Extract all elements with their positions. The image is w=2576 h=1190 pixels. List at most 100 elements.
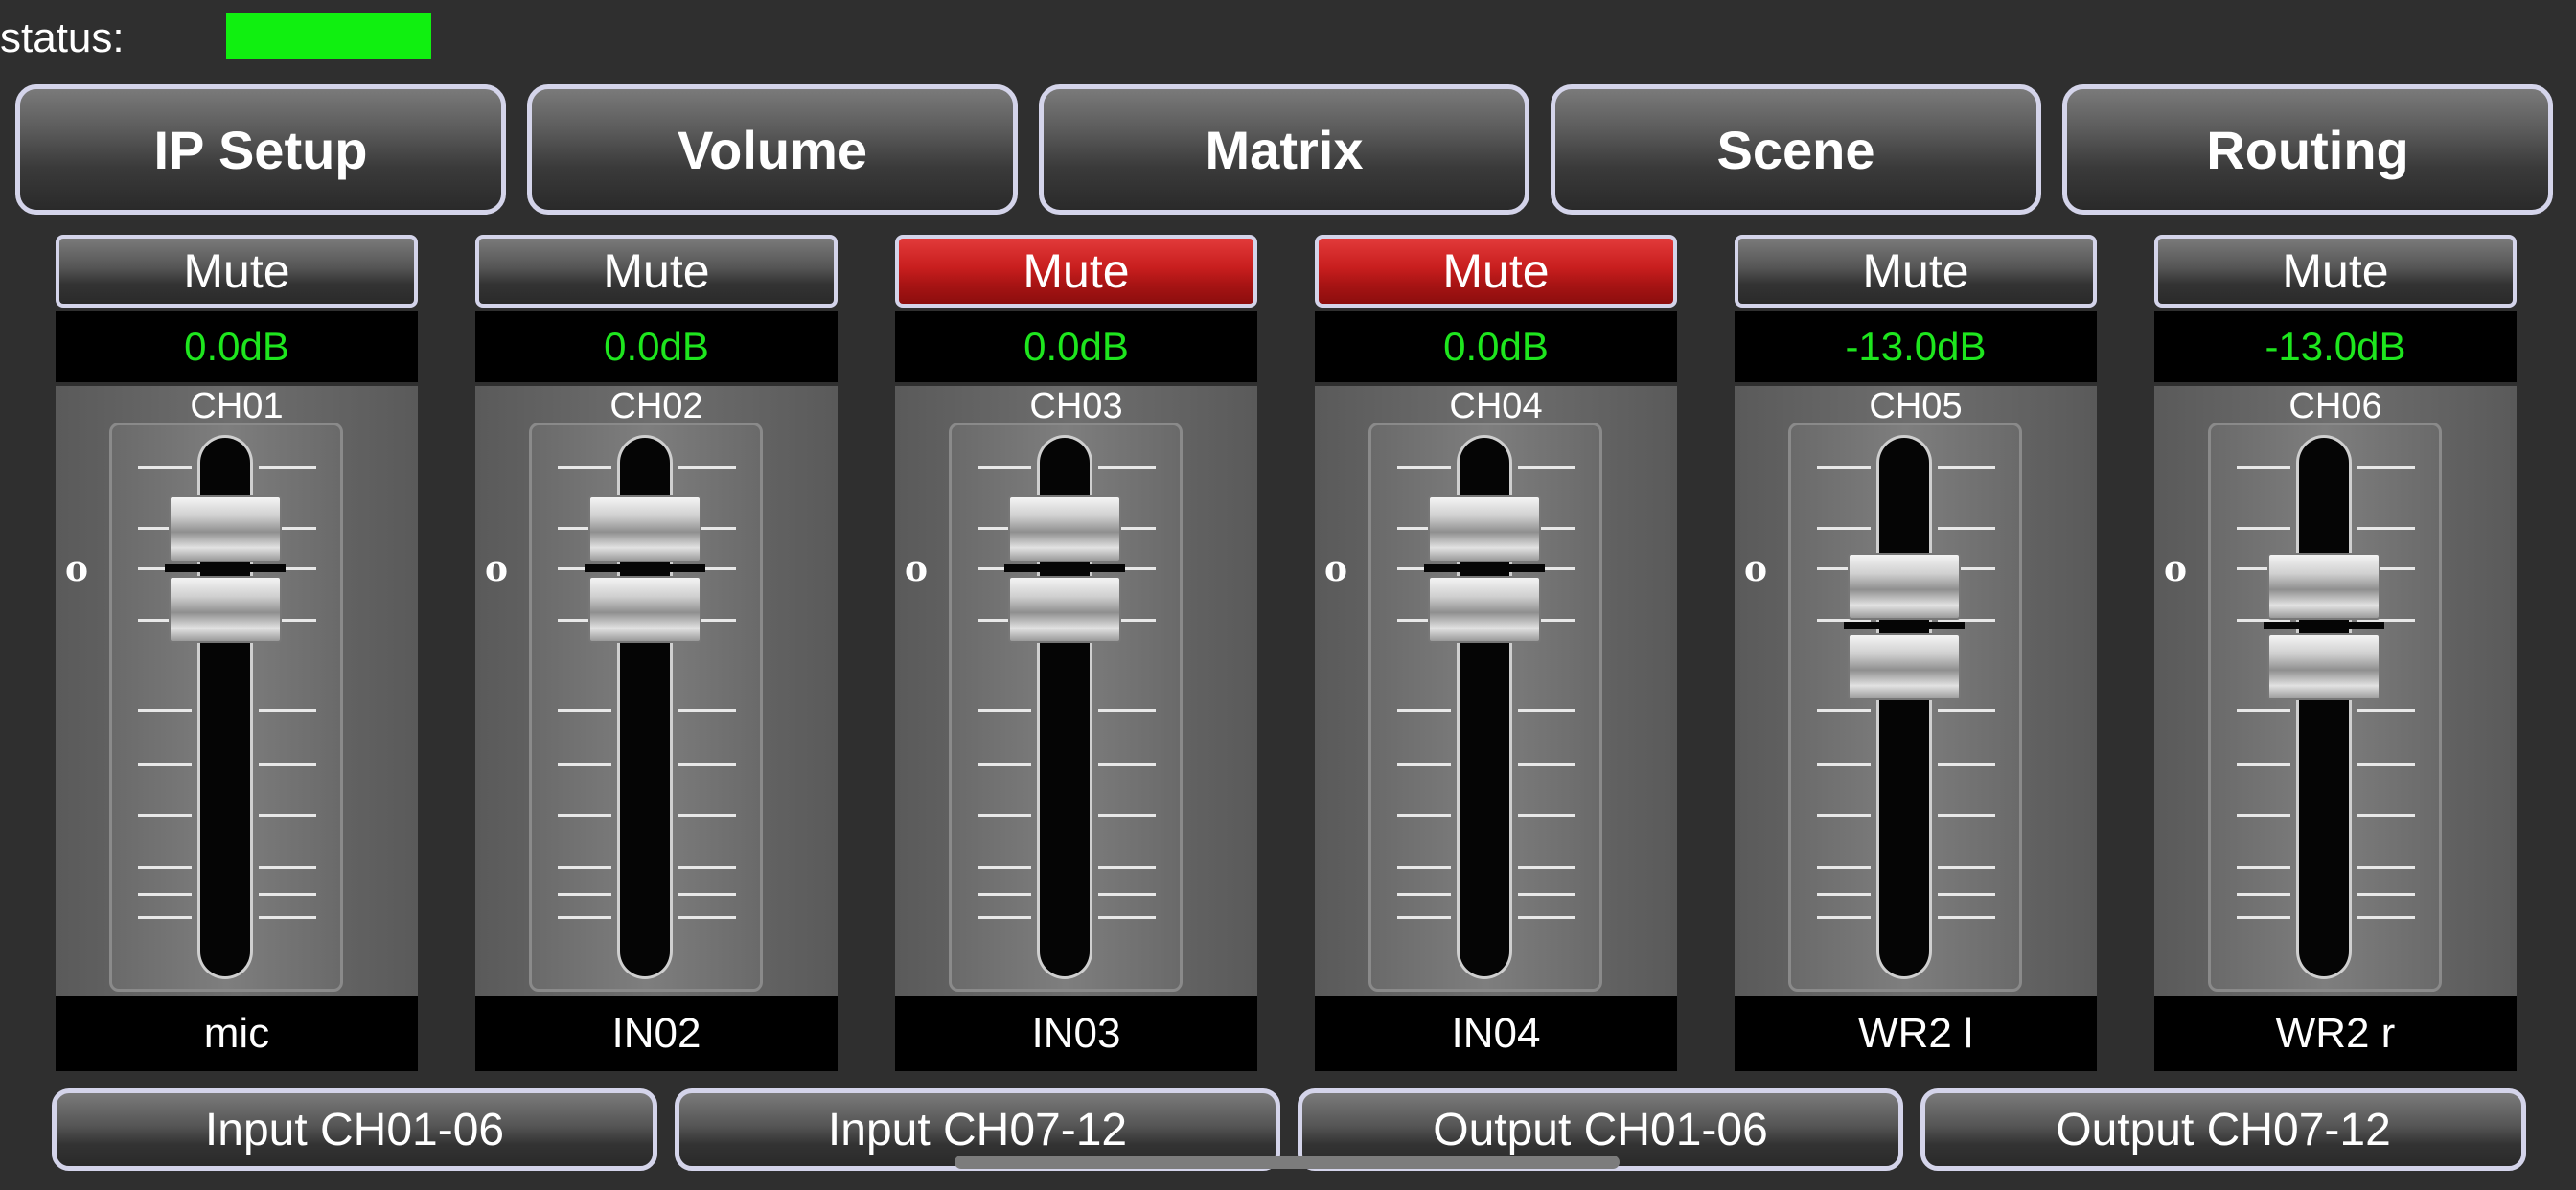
fader-tick bbox=[1938, 866, 1995, 869]
fader-tick bbox=[678, 893, 736, 896]
channel-name[interactable]: IN02 bbox=[475, 996, 838, 1071]
mute-button[interactable]: Mute bbox=[56, 235, 418, 308]
channel-strip: Mute 0.0dB CH04 o IN04 bbox=[1315, 235, 1677, 1071]
fader-tick bbox=[558, 866, 611, 869]
fader-tick bbox=[1397, 893, 1451, 896]
fader-tick bbox=[1397, 709, 1451, 712]
fader-tick bbox=[1518, 866, 1576, 869]
knob-center-line bbox=[585, 564, 705, 572]
knob-cap-top bbox=[169, 495, 282, 562]
fader-tick bbox=[2237, 527, 2290, 530]
page-tab-input-ch01-06[interactable]: Input CH01-06 bbox=[52, 1088, 657, 1171]
fader-knob[interactable] bbox=[2264, 553, 2384, 702]
fader-tick bbox=[978, 893, 1031, 896]
knob-center-line bbox=[1844, 622, 1965, 629]
fader-tick bbox=[259, 709, 316, 712]
fader-slot[interactable] bbox=[1879, 438, 1929, 976]
fader-tick bbox=[2358, 466, 2415, 469]
knob-cap-bottom bbox=[588, 576, 702, 643]
mute-label: Mute bbox=[1862, 244, 1969, 298]
fader-knob[interactable] bbox=[1424, 495, 1545, 645]
tab-label: Matrix bbox=[1205, 119, 1364, 180]
level-readout: 0.0dB bbox=[1315, 311, 1677, 382]
fader-tick bbox=[1817, 763, 1871, 766]
fader-tick bbox=[138, 763, 192, 766]
fader-tick bbox=[2237, 763, 2290, 766]
fader-tick bbox=[978, 866, 1031, 869]
mute-button[interactable]: Mute bbox=[475, 235, 838, 308]
zero-db-mark: o bbox=[65, 549, 89, 589]
tab-ip-setup[interactable]: IP Setup bbox=[15, 84, 506, 215]
mute-button[interactable]: Mute bbox=[895, 235, 1257, 308]
fader-tick bbox=[138, 466, 192, 469]
knob-cap-bottom bbox=[1428, 576, 1541, 643]
fader-tick bbox=[259, 814, 316, 817]
fader-slot[interactable] bbox=[2299, 438, 2349, 976]
fader-tick bbox=[2358, 527, 2415, 530]
channel-strip: Mute 0.0dB CH02 o IN02 bbox=[475, 235, 838, 1071]
fader-knob[interactable] bbox=[1004, 495, 1125, 645]
fader-tick bbox=[1938, 709, 1995, 712]
tab-volume[interactable]: Volume bbox=[527, 84, 1018, 215]
tab-matrix[interactable]: Matrix bbox=[1039, 84, 1530, 215]
level-readout: -13.0dB bbox=[2154, 311, 2517, 382]
knob-center-line bbox=[165, 564, 286, 572]
mute-button[interactable]: Mute bbox=[2154, 235, 2517, 308]
fader-tick bbox=[1518, 709, 1576, 712]
fader-tick bbox=[978, 709, 1031, 712]
zero-db-mark: o bbox=[2164, 549, 2188, 589]
fader-tick bbox=[1397, 466, 1451, 469]
status-indicator bbox=[226, 13, 431, 59]
fader-tick bbox=[1817, 866, 1871, 869]
channel-name[interactable]: WR2 l bbox=[1735, 996, 2097, 1071]
fader-tick bbox=[138, 709, 192, 712]
fader-tick bbox=[1518, 466, 1576, 469]
fader-tick bbox=[2237, 814, 2290, 817]
fader-tick bbox=[558, 893, 611, 896]
fader-tick bbox=[2358, 709, 2415, 712]
knob-cap-bottom bbox=[1008, 576, 1121, 643]
mute-button[interactable]: Mute bbox=[1315, 235, 1677, 308]
fader-tick bbox=[1098, 893, 1156, 896]
fader-tick bbox=[678, 916, 736, 919]
fader-tick bbox=[1098, 466, 1156, 469]
fader-tick bbox=[1397, 763, 1451, 766]
knob-center-line bbox=[1004, 564, 1125, 572]
fader-tick bbox=[1938, 763, 1995, 766]
fader-tick bbox=[138, 893, 192, 896]
fader-knob[interactable] bbox=[165, 495, 286, 645]
fader-tick bbox=[1817, 893, 1871, 896]
fader-tick bbox=[558, 814, 611, 817]
fader-tick bbox=[978, 814, 1031, 817]
fader-knob[interactable] bbox=[1844, 553, 1965, 702]
home-indicator[interactable] bbox=[954, 1156, 1620, 1169]
zero-db-mark: o bbox=[1744, 549, 1768, 589]
tab-scene[interactable]: Scene bbox=[1551, 84, 2041, 215]
fader-tick bbox=[259, 466, 316, 469]
mute-label: Mute bbox=[1023, 244, 1130, 298]
fader-tick bbox=[1397, 866, 1451, 869]
channel-name[interactable]: WR2 r bbox=[2154, 996, 2517, 1071]
fader-tick bbox=[678, 814, 736, 817]
page-tab-output-ch07-12[interactable]: Output CH07-12 bbox=[1920, 1088, 2526, 1171]
zero-db-mark: o bbox=[905, 549, 929, 589]
channel-name[interactable]: IN04 bbox=[1315, 996, 1677, 1071]
knob-cap-bottom bbox=[169, 576, 282, 643]
fader-tick bbox=[558, 466, 611, 469]
channel-name[interactable]: mic bbox=[56, 996, 418, 1071]
fader-tick bbox=[1518, 814, 1576, 817]
tab-routing[interactable]: Routing bbox=[2062, 84, 2553, 215]
channel-strip: Mute -13.0dB CH06 o WR2 r bbox=[2154, 235, 2517, 1071]
channel-name[interactable]: IN03 bbox=[895, 996, 1257, 1071]
fader-tick bbox=[2358, 866, 2415, 869]
channel-strip: Mute 0.0dB CH01 o mic bbox=[56, 235, 418, 1071]
fader-tick bbox=[1518, 893, 1576, 896]
zero-db-mark: o bbox=[1324, 549, 1348, 589]
fader-tick bbox=[1817, 466, 1871, 469]
fader-knob[interactable] bbox=[585, 495, 705, 645]
fader-tick bbox=[1817, 814, 1871, 817]
mute-button[interactable]: Mute bbox=[1735, 235, 2097, 308]
fader-tick bbox=[2237, 916, 2290, 919]
fader-tick bbox=[678, 866, 736, 869]
fader-tick bbox=[1397, 814, 1451, 817]
